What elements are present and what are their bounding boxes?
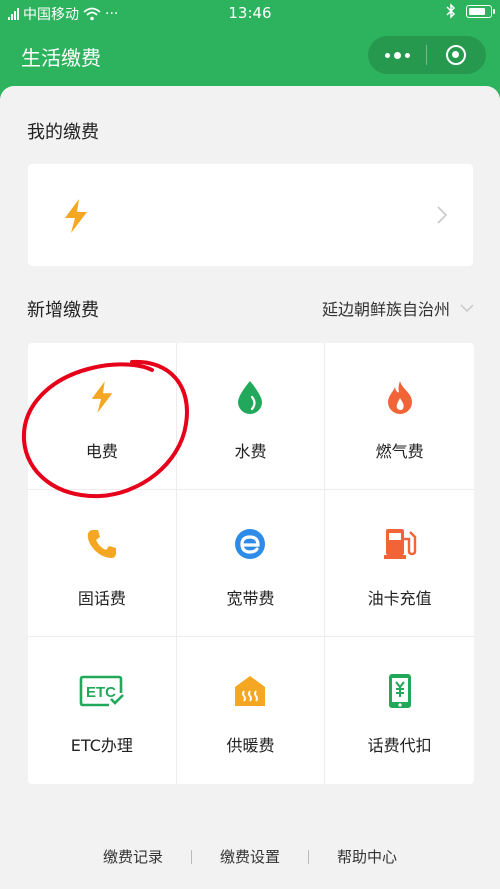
status-right [446,3,495,19]
help-link[interactable]: 帮助中心 [337,846,397,867]
service-phone-bill[interactable]: 话费代扣 [325,637,474,784]
footer-links: 缴费记录 缴费设置 帮助中心 [0,846,500,867]
battery-icon [466,4,495,18]
service-landline[interactable]: 固话费 [28,490,177,637]
service-broadband[interactable]: 宽带费 [176,490,326,637]
service-label: 水费 [234,442,267,461]
chevron-down-icon [460,304,474,312]
service-label: 供暖费 [226,736,275,755]
service-label: 燃气费 [375,442,424,461]
region-selector[interactable]: 延边朝鲜族自治州 [322,296,474,320]
region-label: 延边朝鲜族自治州 [321,300,450,319]
target-close-icon [446,45,466,65]
service-label: 电费 [85,442,118,461]
service-gas[interactable]: 燃气费 [325,343,474,490]
page-title: 生活缴费 [21,46,101,70]
more-dot-icon [404,52,410,58]
service-grid: 电费 水费 燃气费 固话费 宽带费 油卡充值 ETC ETC办理 供暖费 话费代… [28,343,474,784]
my-payment-card[interactable] [28,164,473,266]
status-bar: 中国移动 ··· 13:46 [0,0,500,28]
nav-header: 生活缴费 [0,28,500,84]
service-label: 话费代扣 [367,736,432,755]
more-button[interactable] [368,36,426,74]
broadband-e-icon [232,526,268,562]
records-link[interactable]: 缴费记录 [103,846,163,867]
service-water[interactable]: 水费 [176,343,326,490]
settings-link[interactable]: 缴费设置 [220,846,280,867]
lightning-icon [65,199,87,233]
lightning-icon [84,379,120,415]
service-label: 油卡充值 [367,589,432,608]
more-dot-icon [384,52,390,58]
status-time: 13:46 [228,4,272,22]
bluetooth-icon [446,3,456,19]
service-heating[interactable]: 供暖费 [177,637,326,784]
service-label: 宽带费 [226,589,275,608]
heating-icon [232,673,268,709]
mobile-yuan-icon [382,673,418,709]
service-electricity[interactable]: 电费 [28,343,177,490]
service-fuel-card[interactable]: 油卡充值 [325,490,474,637]
more-dot-icon [393,51,401,59]
new-payment-title: 新增缴费 [27,300,99,321]
fuel-pump-icon [382,526,418,562]
phone-icon [84,526,120,562]
etc-icon: ETC [78,673,126,709]
footer-divider [308,849,309,864]
main-sheet: 我的缴费 新增缴费 延边朝鲜族自治州 电费 水费 燃气费 固话费 宽带费 油卡充… [0,86,500,889]
chevron-right-icon [437,206,447,224]
footer-divider [190,849,192,864]
service-etc[interactable]: ETC ETC办理 [28,637,177,784]
flame-icon [382,379,418,415]
close-button[interactable] [427,36,485,74]
service-label: ETC办理 [70,736,133,755]
my-payments-title: 我的缴费 [27,122,99,143]
water-drop-icon [232,379,268,415]
mini-program-capsule [368,36,486,74]
service-label: 固话费 [77,589,126,608]
